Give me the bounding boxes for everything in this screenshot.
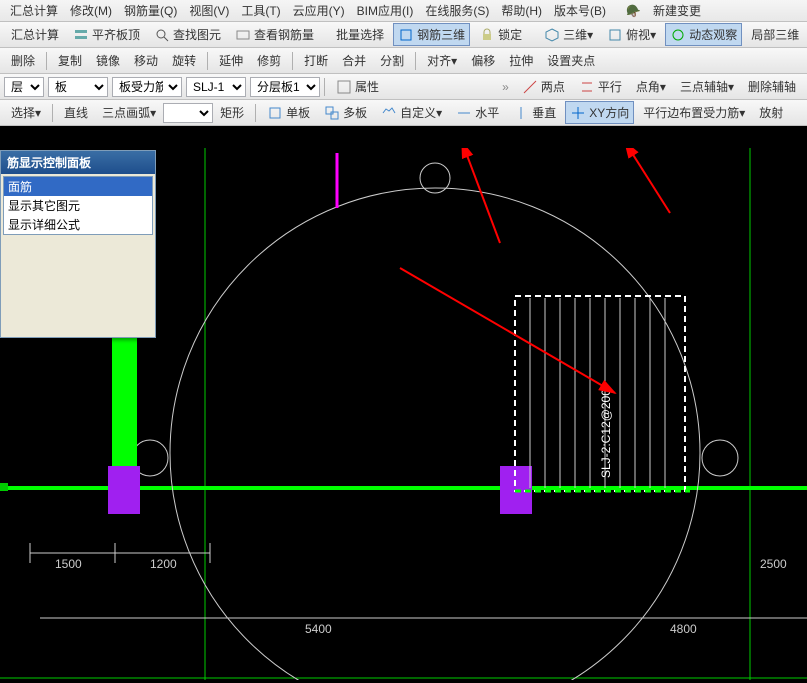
delete-aux-button[interactable]: 删除辅轴 — [743, 75, 801, 98]
extend-button[interactable]: 延伸 — [214, 49, 248, 72]
rebar-display-panel[interactable]: 筋显示控制面板 面筋 显示其它图元 显示详细公式 — [0, 150, 156, 338]
stretch-button[interactable]: 拉伸 — [504, 49, 538, 72]
calc-button[interactable]: 汇总计算 — [6, 23, 64, 46]
menu-version[interactable]: 版本号(B) — [550, 0, 610, 21]
dim-text: 1200 — [150, 557, 177, 571]
mirror-button[interactable]: 镜像 — [91, 49, 125, 72]
parallel-edge-button[interactable]: 平行边布置受力筋 ▾ — [638, 101, 750, 124]
move-button[interactable]: 移动 — [129, 49, 163, 72]
3d-view-button[interactable]: 三维 ▾ — [539, 23, 598, 46]
axis-bubble — [702, 440, 738, 476]
separator — [415, 52, 416, 70]
partial-3d-button[interactable]: 局部三维 — [746, 23, 804, 46]
horizontal-button[interactable]: 水平 — [451, 101, 504, 124]
grip-button[interactable]: 设置夹点 — [542, 49, 600, 72]
line-button[interactable]: 直线 — [59, 101, 93, 124]
merge-button[interactable]: 合并 — [337, 49, 371, 72]
list-item[interactable]: 显示其它图元 — [4, 196, 152, 215]
vertical-button[interactable]: 垂直 — [508, 101, 561, 124]
lock-button[interactable]: 锁定 — [474, 23, 527, 46]
multi-plate-button[interactable]: 多板 — [319, 101, 372, 124]
offset-button[interactable]: 偏移 — [466, 49, 500, 72]
separator — [292, 52, 293, 70]
panel-title[interactable]: 筋显示控制面板 — [1, 151, 155, 174]
view-rebar-button[interactable]: 查看钢筋量 — [230, 23, 319, 46]
dim-text: 4800 — [670, 622, 697, 636]
separator — [46, 52, 47, 70]
beam-element — [108, 466, 140, 514]
menu-online[interactable]: 在线服务(S) — [421, 0, 493, 21]
panel-list: 面筋 显示其它图元 显示详细公式 — [3, 176, 153, 235]
align-top-button[interactable]: 平齐板顶 — [68, 23, 145, 46]
toolbar-1: 汇总计算 平齐板顶 查找图元 查看钢筋量 批量选择 钢筋三维 锁定 三维 ▾ 俯… — [0, 22, 807, 48]
rotate-button[interactable]: 旋转 — [167, 49, 201, 72]
select-button[interactable]: 选择 ▾ — [6, 101, 46, 124]
menu-huizong[interactable]: 汇总计算 — [6, 0, 62, 21]
toolbar-4: 选择 ▾ 直线 三点画弧 ▾ 矩形 单板 多板 自定义 ▾ 水平 垂直 XY方向… — [0, 100, 807, 126]
top-view-button[interactable]: 俯视 ▾ — [602, 23, 661, 46]
menu-cloud[interactable]: 云应用(Y) — [289, 0, 349, 21]
menu-newchange[interactable]: 新建变更 — [649, 0, 705, 21]
dim-text: 2500 — [760, 557, 787, 571]
custom-button[interactable]: 自定义 ▾ — [376, 101, 447, 124]
menu-rebar[interactable]: 钢筋量(Q) — [120, 0, 181, 21]
three-point-aux-button[interactable]: 三点辅轴 ▾ — [675, 75, 739, 98]
dynamic-view-button[interactable]: 动态观察 — [665, 23, 742, 46]
plate-combo[interactable]: 板 — [48, 77, 108, 97]
dim-text: 5400 — [305, 622, 332, 636]
parallel-button[interactable]: 平行 — [574, 75, 627, 98]
rebar-type-combo[interactable]: 板受力筋 — [112, 77, 182, 97]
separator — [52, 104, 53, 122]
menu-bar: 汇总计算 修改(M) 钢筋量(Q) 视图(V) 工具(T) 云应用(Y) BIM… — [0, 0, 807, 22]
copy-button[interactable]: 复制 — [53, 49, 87, 72]
break-button[interactable]: 打断 — [299, 49, 333, 72]
layer-combo[interactable]: 分层板1 — [250, 77, 320, 97]
property-button[interactable]: 属性 — [331, 75, 384, 98]
blank-combo[interactable] — [163, 103, 213, 123]
list-item[interactable]: 显示详细公式 — [4, 215, 152, 234]
separator — [324, 78, 325, 96]
rect-button[interactable]: 矩形 — [215, 101, 249, 124]
delete-button[interactable]: 删除 — [6, 49, 40, 72]
separator — [207, 52, 208, 70]
align-button[interactable]: 对齐 ▾ — [422, 49, 462, 72]
menu-view[interactable]: 视图(V) — [185, 0, 233, 21]
origin-handle[interactable] — [0, 483, 8, 491]
toolbar-3: 层 板 板受力筋 SLJ-1 分层板1 属性 » 两点 平行 点角 ▾ 三点辅轴… — [0, 74, 807, 100]
toolbar-2: 删除 复制 镜像 移动 旋转 延伸 修剪 打断 合并 分割 对齐 ▾ 偏移 拉伸… — [0, 48, 807, 74]
split-button[interactable]: 分割 — [375, 49, 409, 72]
hardhat-icon: 🪖 — [622, 2, 645, 20]
radial-button[interactable]: 放射 — [754, 101, 788, 124]
separator — [255, 104, 256, 122]
xy-direction-button[interactable]: XY方向 — [565, 101, 634, 124]
chevron-right-icon: » — [502, 80, 509, 94]
list-item[interactable]: 面筋 — [4, 177, 152, 196]
arc-button[interactable]: 三点画弧 ▾ — [97, 101, 161, 124]
point-angle-button[interactable]: 点角 ▾ — [631, 75, 671, 98]
floor-combo[interactable]: 层 — [4, 77, 44, 97]
column-element — [112, 316, 137, 466]
trim-button[interactable]: 修剪 — [252, 49, 286, 72]
find-element-button[interactable]: 查找图元 — [149, 23, 226, 46]
dim-text: 1500 — [55, 557, 82, 571]
slj-combo[interactable]: SLJ-1 — [186, 77, 246, 97]
menu-bim[interactable]: BIM应用(I) — [353, 0, 418, 21]
menu-modify[interactable]: 修改(M) — [66, 0, 116, 21]
two-point-button[interactable]: 两点 — [517, 75, 570, 98]
batch-select-button[interactable]: 批量选择 — [331, 23, 389, 46]
rebar-label: SLJ-2:C12@200 — [599, 389, 613, 478]
menu-tools[interactable]: 工具(T) — [237, 0, 284, 21]
menu-help[interactable]: 帮助(H) — [497, 0, 546, 21]
single-plate-button[interactable]: 单板 — [262, 101, 315, 124]
rebar-3d-button[interactable]: 钢筋三维 — [393, 23, 470, 46]
